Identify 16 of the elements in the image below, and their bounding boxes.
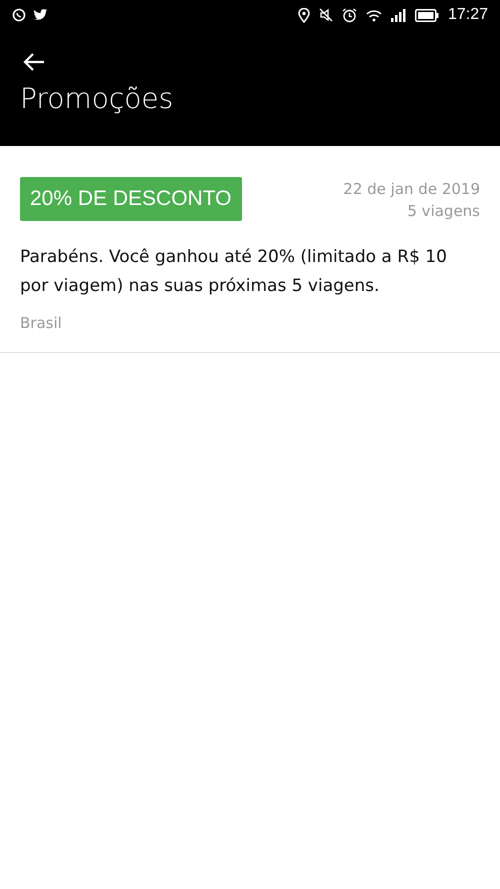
- mute-icon: [318, 8, 333, 22]
- page-title: Promoções: [20, 82, 174, 115]
- back-arrow-icon[interactable]: [23, 52, 45, 72]
- trip-count: 5 viagens: [407, 201, 480, 221]
- chat-app-icon: [12, 8, 26, 22]
- battery-icon: [414, 8, 439, 22]
- promo-region: Brasil: [20, 314, 62, 332]
- signal-icon: [390, 8, 406, 22]
- status-time: 17:27: [448, 6, 488, 24]
- promo-date: 22 de jan de 2019: [343, 179, 480, 199]
- alarm-icon: [342, 8, 357, 22]
- bird-icon: [33, 8, 48, 22]
- promo-description: Parabéns. Você ganhou até 20% (limitado a R$ 10 por viagem) nas suas próximas 5 viagens.: [20, 246, 448, 298]
- location-icon: [298, 8, 310, 22]
- wifi-icon: [366, 8, 382, 22]
- discount-badge: 20% DE DESCONTO: [20, 177, 242, 221]
